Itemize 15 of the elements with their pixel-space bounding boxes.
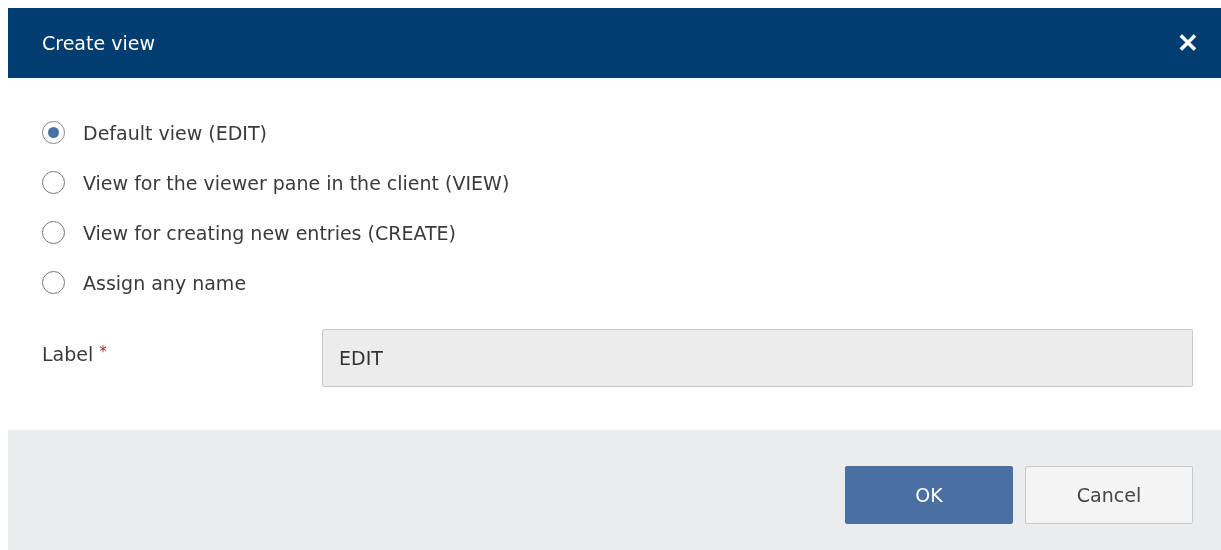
cancel-button[interactable]: Cancel — [1025, 466, 1193, 524]
radio-label[interactable]: View for the viewer pane in the client (VIEW) — [83, 171, 510, 194]
radio-label[interactable]: Default view (EDIT) — [83, 121, 267, 144]
ok-button[interactable]: OK — [845, 466, 1013, 524]
required-mark: * — [99, 343, 107, 363]
label-input-field[interactable]: EDIT — [322, 329, 1193, 387]
radio-label[interactable]: Assign any name — [83, 271, 247, 294]
radio-button[interactable] — [42, 121, 65, 144]
dialog-title: Create view — [42, 32, 155, 54]
radio-button[interactable] — [42, 271, 65, 294]
radio-button[interactable] — [42, 171, 65, 194]
radio-label[interactable]: View for creating new entries (CREATE) — [83, 221, 456, 244]
close-button[interactable]: ✕ — [1177, 27, 1199, 59]
radio-button[interactable] — [42, 221, 65, 244]
field-label: Label — [42, 343, 94, 365]
